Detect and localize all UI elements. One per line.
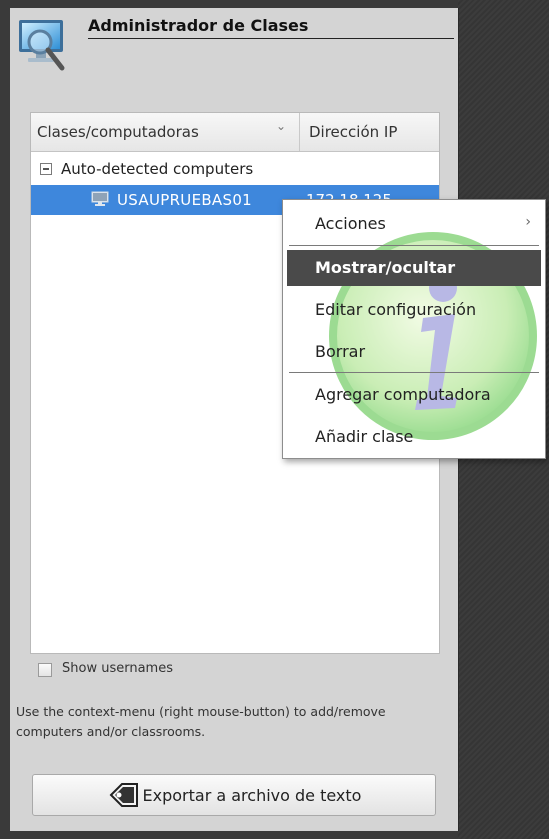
menu-item-mostrar-ocultar[interactable]: Mostrar/ocultar — [287, 250, 541, 286]
sort-chevron-icon[interactable]: ⌄ — [276, 119, 286, 133]
monitor-magnifier-icon — [19, 20, 65, 71]
tree-header: Clases/computadoras ⌄ Dirección IP — [31, 113, 439, 152]
monitor-icon — [91, 191, 109, 206]
menu-item-acciones[interactable]: Acciones › — [287, 206, 541, 242]
menu-separator — [289, 245, 539, 246]
column-separator[interactable] — [299, 113, 300, 151]
export-button-content: Exportar a archivo de texto — [33, 775, 435, 815]
menu-item-label: Editar configuración — [315, 300, 477, 319]
export-button-label: Exportar a archivo de texto — [142, 785, 362, 805]
menu-item-agregar-computadora[interactable]: Agregar computadora — [287, 377, 541, 413]
panel-header: Administrador de Clases — [10, 8, 458, 88]
menu-item-borrar[interactable]: Borrar — [287, 334, 541, 370]
tag-export-icon — [109, 783, 138, 807]
menu-item-label: Mostrar/ocultar — [315, 258, 456, 277]
group-label[interactable]: Auto-detected computers — [61, 160, 253, 178]
column-header-classes[interactable]: Clases/computadoras — [37, 123, 199, 141]
menu-item-anadir-clase[interactable]: Añadir clase — [287, 419, 541, 455]
show-usernames-label[interactable]: Show usernames — [62, 661, 173, 676]
chevron-right-icon: › — [525, 214, 531, 230]
tree-group-row[interactable]: Auto-detected computers — [31, 157, 439, 183]
window-title: Administrador de Clases — [88, 16, 309, 35]
collapse-minus-icon[interactable] — [40, 163, 52, 175]
menu-item-label: Agregar computadora — [315, 385, 491, 404]
menu-item-editar-configuracion[interactable]: Editar configuración — [287, 292, 541, 328]
help-text: Use the context-menu (right mouse-button… — [16, 704, 386, 739]
export-button[interactable]: Exportar a archivo de texto — [32, 774, 436, 816]
menu-item-label: Borrar — [315, 342, 366, 361]
show-usernames-checkbox[interactable] — [38, 663, 52, 677]
context-menu: Acciones › Mostrar/ocultar Editar config… — [282, 199, 546, 459]
menu-item-label: Añadir clase — [315, 427, 414, 446]
menu-item-label: Acciones — [315, 214, 386, 233]
column-header-ip[interactable]: Dirección IP — [309, 123, 397, 141]
menu-separator — [289, 372, 539, 373]
title-underline — [88, 38, 454, 39]
computer-name[interactable]: USAUPRUEBAS01 — [117, 191, 252, 209]
